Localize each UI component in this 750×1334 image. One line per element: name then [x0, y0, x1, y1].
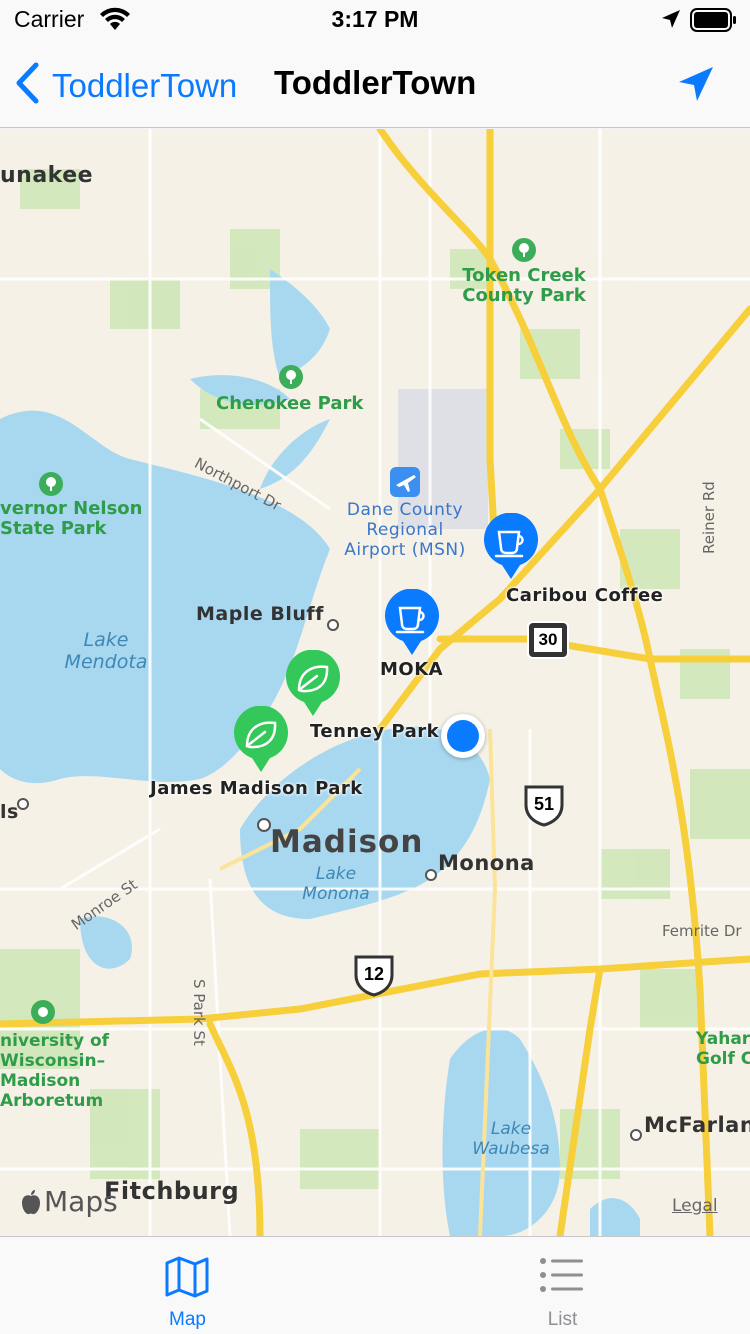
maps-attribution-logo: Maps: [44, 1185, 118, 1218]
leaf-icon: [234, 705, 288, 772]
back-button[interactable]: ToddlerTown: [14, 62, 237, 109]
legal-link[interactable]: Legal: [672, 1196, 718, 1216]
park-icon: [511, 237, 537, 268]
back-button-label: ToddlerTown: [52, 66, 238, 104]
map-label-lake-waubesa: Lake Waubesa: [472, 1119, 550, 1159]
map-label-cherokee-park: Cherokee Park: [216, 393, 364, 414]
tab-list-label: List: [547, 1309, 578, 1330]
list-icon: [539, 1255, 585, 1300]
coffee-cup-icon: [484, 512, 538, 579]
map-pin-label-moka: MOKA: [380, 659, 444, 680]
map-label-femrite-dr: Femrite Dr: [662, 922, 742, 940]
tab-map[interactable]: Map: [0, 1237, 375, 1334]
map-label-airport: Dane County Regional Airport (MSN): [344, 500, 466, 560]
status-bar: Carrier 3:17 PM: [0, 0, 750, 40]
page-title: ToddlerTown: [274, 64, 477, 101]
map-pin-label-caribou-coffee: Caribou Coffee: [506, 585, 664, 606]
flower-icon: [30, 999, 56, 1030]
park-icon: [278, 364, 304, 395]
current-location-button[interactable]: [676, 64, 716, 109]
location-services-icon: [660, 8, 682, 35]
map-pin-caribou-coffee[interactable]: [482, 512, 540, 586]
battery-icon: [690, 8, 738, 37]
us-12-shield: 12: [352, 955, 396, 997]
tab-list[interactable]: List: [375, 1237, 750, 1334]
navigation-bar: ToddlerTown ToddlerTown: [0, 40, 750, 128]
apple-logo-icon: [20, 1188, 42, 1221]
coffee-cup-icon: [385, 588, 439, 655]
highway-30-shield: 30: [527, 621, 569, 659]
map-label-s-park-st: S Park St: [190, 979, 208, 1046]
tab-map-label: Map: [169, 1309, 206, 1330]
map-label-arboretum: niversity of Wisconsin– Madison Arboretum: [0, 1031, 110, 1111]
map-pin-james-madison-park[interactable]: [232, 705, 290, 779]
map-pin-label-james-madison-park: James Madison Park: [150, 778, 363, 799]
chevron-left-icon: [14, 62, 40, 109]
us-51-number: 51: [533, 794, 555, 814]
clock: 3:17 PM: [331, 6, 419, 32]
us-51-shield: 51: [522, 785, 566, 827]
map-label-lake-monona: Lake Monona: [302, 864, 370, 904]
us-12-number: 12: [363, 964, 385, 984]
airport-icon: [390, 467, 420, 502]
tab-bar: Map List: [0, 1236, 750, 1334]
map-label-token-creek-park: Token Creek County Park: [462, 265, 586, 306]
map-pin-tenney-park[interactable]: [284, 649, 342, 723]
leaf-icon: [286, 649, 340, 716]
map-label-lake-mendota: Lake Mendota: [64, 629, 148, 673]
highway-30-number: 30: [534, 628, 562, 652]
map-label-yahara-golf: Yahar Golf C: [696, 1029, 750, 1069]
map-label-governor-nelson-park: vernor Nelson State Park: [0, 498, 143, 539]
map-pin-moka[interactable]: [383, 588, 441, 662]
map-icon: [164, 1255, 210, 1304]
map-view[interactable]: unakee Maple Bluff Madison Monona Fitchb…: [0, 129, 750, 1236]
map-pin-label-tenney-park: Tenney Park: [310, 721, 440, 742]
user-location-dot[interactable]: [441, 714, 485, 758]
map-label-reiner-rd: Reiner Rd: [700, 481, 718, 554]
